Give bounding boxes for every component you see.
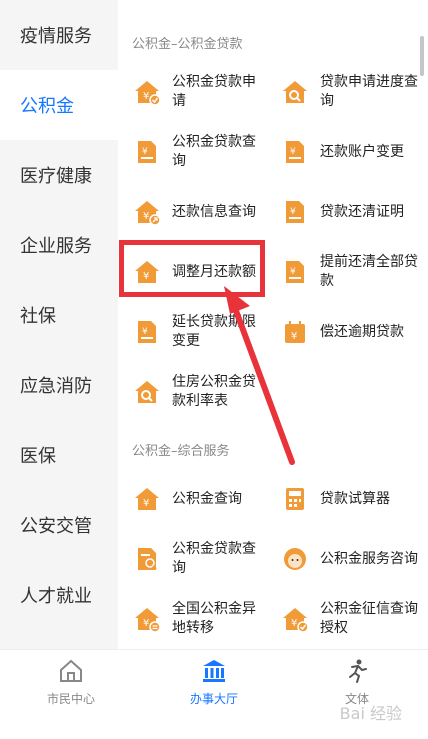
house-check-icon: ¥ [283,608,308,632]
sidebar-item-label: 公安交管 [20,516,92,537]
calculator-icon [286,488,304,510]
service-label: 公积金征信查询授权 [320,601,418,636]
watermark-icon: Bai 经验 [339,704,402,723]
sidebar-item-label: 社保 [20,306,56,327]
service-label: 贷款还清证明 [320,203,404,220]
service-label: 提前还清全部贷款 [320,254,418,289]
sidebar-item-epidemic[interactable]: 疫情服务 [0,0,118,70]
sidebar-item-label: 企业服务 [20,236,92,257]
runner-icon [349,659,367,683]
svg-text:¥: ¥ [143,91,149,102]
scrollbar[interactable] [420,36,424,76]
house-search-icon [283,81,307,103]
tab-label: 办事大厅 [189,692,238,706]
document-yen-icon: ¥ [286,201,304,223]
svg-text:¥: ¥ [290,207,296,217]
service-item[interactable]: ¥ 还款信息查询 [118,180,268,244]
service-item[interactable]: ¥ 公积金贷款查询 [118,120,268,184]
service-label: 住房公积金贷款利率表 [172,374,256,409]
svg-text:¥: ¥ [142,327,148,337]
svg-text:¥: ¥ [143,498,149,509]
service-item[interactable]: ¥ 提前还清全部贷款 [268,240,418,304]
service-item[interactable]: ¥ 全国公积金异地转移 [118,587,268,649]
service-label: 延长贷款期限变更 [172,314,256,349]
calendar-yen-icon: ¥ [285,321,305,343]
service-item[interactable]: 住房公积金贷款利率表 [118,360,268,424]
document-search-icon [138,548,157,570]
sidebar-item-label: 人才就业 [20,586,92,607]
svg-text:¥: ¥ [142,147,148,157]
sidebar-item-label: 疫情服务 [20,26,92,47]
sidebar-item-label: 公积金 [20,96,74,117]
document-yen-icon: ¥ [286,141,304,163]
svg-text:¥: ¥ [291,618,297,629]
service-item[interactable]: ¥ 公积金贷款申请 [118,60,268,124]
home-icon [60,659,82,682]
svg-text:¥: ¥ [143,211,149,222]
service-item[interactable]: 贷款试算器 [268,467,418,531]
service-item[interactable]: ¥ 偿还逾期贷款 [268,300,418,364]
service-item[interactable]: ¥ 公积金查询 [118,467,268,531]
sidebar-item-emergency[interactable]: 应急消防 [0,350,118,420]
service-item[interactable]: ¥ 公积金征信查询授权 [268,587,418,649]
service-item[interactable]: ¥ 还款账户变更 [268,120,418,184]
service-label: 全国公积金异地转移 [172,601,256,636]
document-yen-icon: ¥ [286,261,304,283]
svg-text:¥: ¥ [290,147,296,157]
category-sidebar: 疫情服务 公积金 医疗健康 企业服务 社保 应急消防 医保 公安交管 人才就业 [0,0,118,649]
service-label: 偿还逾期贷款 [320,323,404,340]
service-item[interactable]: 公积金贷款查询 [118,527,268,591]
service-label: 公积金查询 [172,490,242,507]
service-item[interactable]: ¥ 延长贷款期限变更 [118,300,268,364]
service-label: 贷款试算器 [320,490,390,507]
sidebar-item-housing-fund[interactable]: 公积金 [0,70,118,140]
section-title-loan: 公积金–公积金贷款 [132,37,243,52]
sidebar-item-label: 医疗健康 [20,166,92,187]
tab-citizen-center[interactable]: 市民中心 [0,658,142,707]
svg-text:¥: ¥ [291,331,297,342]
service-label: 还款信息查询 [172,203,256,220]
service-label: 公积金贷款申请 [172,74,256,109]
house-transfer-icon: ¥ [135,608,160,632]
document-yen-icon: ¥ [138,141,156,163]
svg-text:¥: ¥ [143,618,149,629]
service-item[interactable]: ¥ 贷款还清证明 [268,180,418,244]
sidebar-item-medical[interactable]: 医疗健康 [0,140,118,210]
sidebar-item-talent[interactable]: 人才就业 [0,560,118,630]
sidebar-item-label: 医保 [20,446,56,467]
house-search-icon [135,381,159,403]
house-yen-icon: ¥ [135,488,159,510]
highlight-box [119,240,265,297]
sidebar-item-label: 应急消防 [20,376,92,397]
house-check-icon: ¥ [135,81,160,105]
hall-icon [203,660,225,682]
service-panel: 公积金–公积金贷款 ¥ 公积金贷款申请 贷款申请进度查询 ¥ 公积金贷款查询 ¥… [118,0,428,649]
sidebar-item-medical-insurance[interactable]: 医保 [0,420,118,490]
section-title-general: 公积金–综合服务 [132,444,230,459]
sidebar-item-social-security[interactable]: 社保 [0,280,118,350]
svg-text:¥: ¥ [290,267,296,277]
service-item[interactable]: 公积金服务咨询 [268,527,418,591]
house-arrow-icon: ¥ [135,201,160,225]
service-label: 贷款申请进度查询 [320,74,418,109]
bottom-tab-bar: 市民中心 办事大厅 文体 [0,649,428,739]
tab-label: 市民中心 [46,692,95,706]
service-agent-icon [284,548,306,570]
document-yen-icon: ¥ [138,321,156,343]
service-item[interactable]: 贷款申请进度查询 [268,60,418,124]
service-label: 还款账户变更 [320,143,404,160]
service-label: 公积金服务咨询 [320,550,418,567]
sidebar-item-traffic[interactable]: 公安交管 [0,490,118,560]
tab-service-hall[interactable]: 办事大厅 [143,658,285,707]
service-label: 公积金贷款查询 [172,541,256,576]
sidebar-item-enterprise[interactable]: 企业服务 [0,210,118,280]
service-label: 公积金贷款查询 [172,134,256,169]
